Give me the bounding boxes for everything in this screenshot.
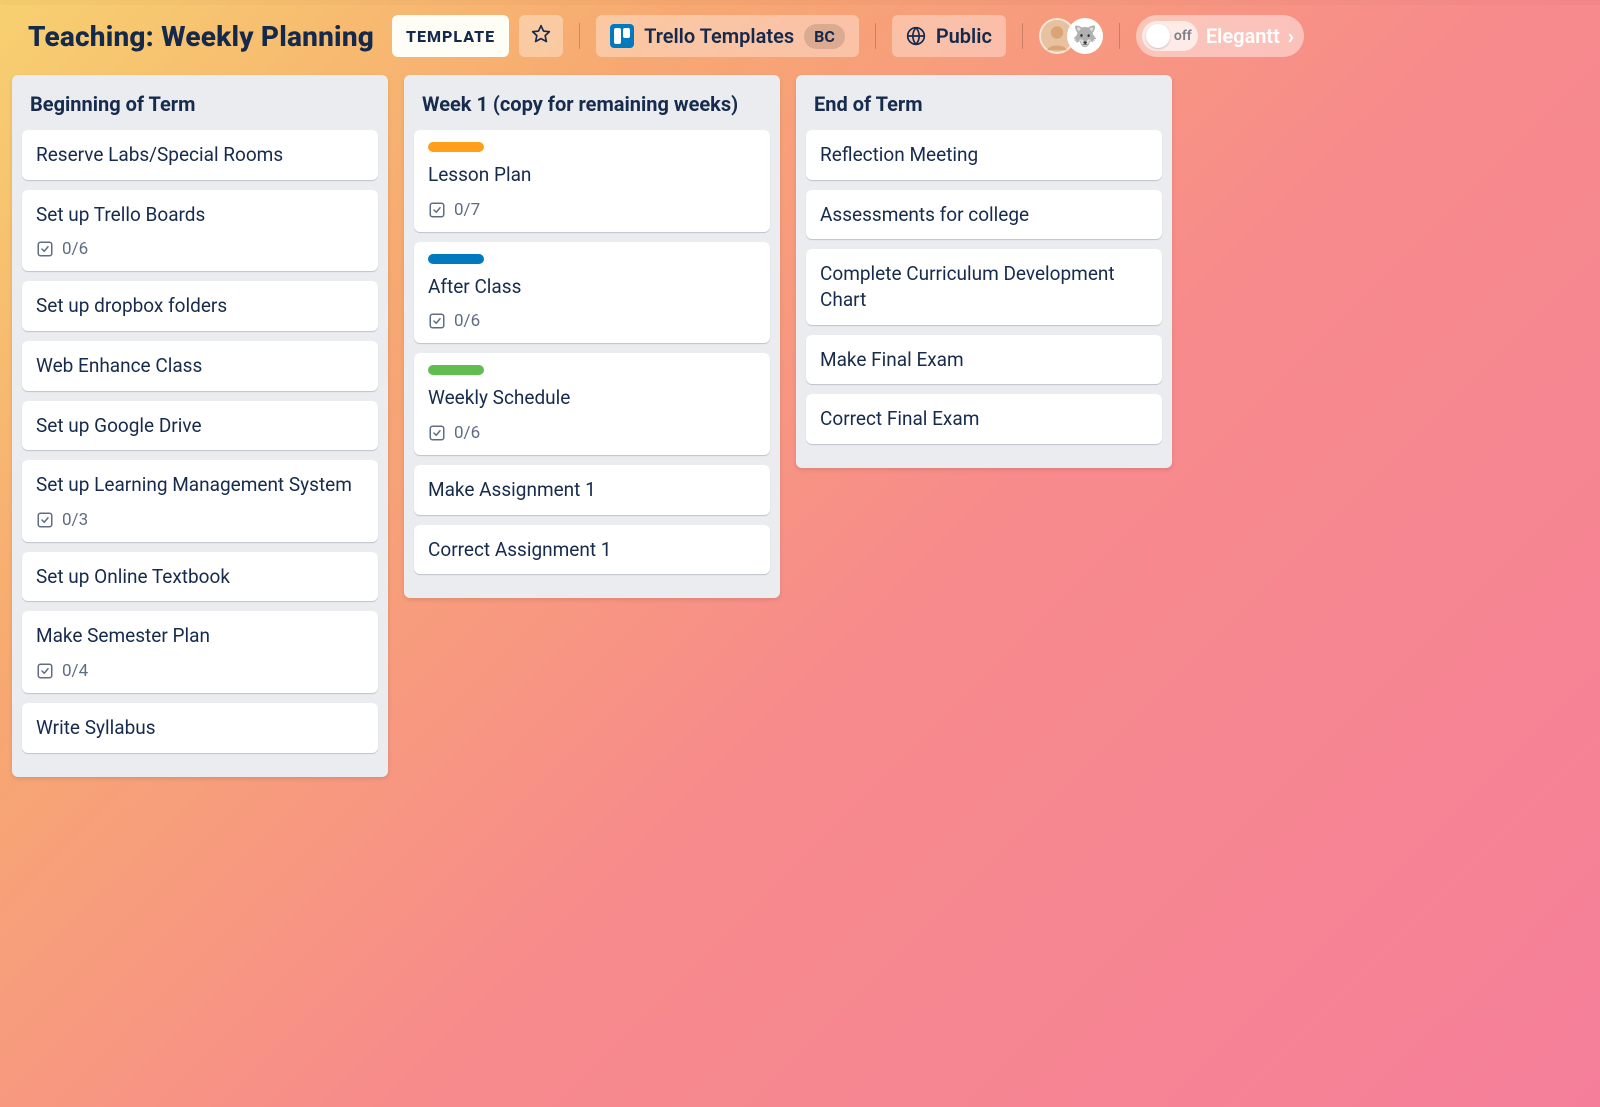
card[interactable]: Weekly Schedule 0/6: [414, 353, 770, 455]
card-label[interactable]: [428, 254, 484, 264]
checklist-count: 0/6: [62, 239, 88, 259]
header-divider: [1119, 23, 1120, 49]
card-title: Complete Curriculum Development Chart: [820, 261, 1148, 312]
list[interactable]: Beginning of Term Reserve Labs/Special Ro…: [12, 75, 388, 777]
card[interactable]: Set up Google Drive: [22, 401, 378, 451]
checklist-count: 0/6: [454, 311, 480, 331]
member-avatars[interactable]: 🐺: [1039, 18, 1103, 54]
card[interactable]: Write Syllabus: [22, 703, 378, 753]
card-title: Reserve Labs/Special Rooms: [36, 142, 364, 168]
checklist-count: 0/3: [62, 510, 88, 530]
card-title: After Class: [428, 274, 756, 300]
list-title[interactable]: Beginning of Term: [22, 87, 378, 130]
checklist-icon: [428, 312, 446, 330]
checklist-icon: [428, 424, 446, 442]
trello-logo-icon: [610, 24, 634, 48]
card-title: Make Semester Plan: [36, 623, 364, 649]
toggle-state-label: off: [1174, 28, 1192, 44]
card[interactable]: Reflection Meeting: [806, 130, 1162, 180]
checklist-icon: [428, 201, 446, 219]
powerup-toggle[interactable]: off Elegantt ››: [1136, 15, 1304, 57]
card[interactable]: Set up dropbox folders: [22, 281, 378, 331]
card[interactable]: Lesson Plan 0/7: [414, 130, 770, 232]
board-title[interactable]: Teaching: Weekly Planning: [28, 20, 374, 53]
card[interactable]: Correct Final Exam: [806, 394, 1162, 444]
card[interactable]: Web Enhance Class: [22, 341, 378, 391]
checklist-count: 0/6: [454, 423, 480, 443]
checklist-icon: [36, 240, 54, 258]
workspace-button[interactable]: Trello Templates BC: [596, 15, 859, 57]
toggle-switch[interactable]: off: [1142, 21, 1198, 51]
checklist-icon: [36, 662, 54, 680]
card-title: Make Final Exam: [820, 347, 1148, 373]
card-title: Write Syllabus: [36, 715, 364, 741]
card-title: Lesson Plan: [428, 162, 756, 188]
card-title: Set up Learning Management System: [36, 472, 364, 498]
board-canvas[interactable]: Beginning of Term Reserve Labs/Special Ro…: [0, 71, 1600, 777]
board-header: Teaching: Weekly Planning TEMPLATE Trell…: [0, 5, 1600, 71]
header-divider: [1022, 23, 1023, 49]
card-title: Set up Trello Boards: [36, 202, 364, 228]
checklist-icon: [36, 511, 54, 529]
card-title: Weekly Schedule: [428, 385, 756, 411]
card-label[interactable]: [428, 142, 484, 152]
checklist-badge: 0/7: [428, 200, 756, 220]
card[interactable]: Set up Trello Boards 0/6: [22, 190, 378, 272]
template-badge[interactable]: TEMPLATE: [392, 15, 509, 57]
card[interactable]: Assessments for college: [806, 190, 1162, 240]
list-title[interactable]: End of Term: [806, 87, 1162, 130]
card-title: Set up dropbox folders: [36, 293, 364, 319]
card-title: Correct Assignment 1: [428, 537, 756, 563]
list[interactable]: End of Term Reflection Meeting Assessments…: [796, 75, 1172, 468]
card[interactable]: Make Final Exam: [806, 335, 1162, 385]
visibility-label: Public: [936, 24, 992, 48]
checklist-count: 0/4: [62, 661, 88, 681]
visibility-button[interactable]: Public: [892, 15, 1006, 57]
powerup-label: Elegantt: [1206, 24, 1280, 48]
checklist-badge: 0/4: [36, 661, 364, 681]
globe-icon: [906, 26, 926, 46]
card[interactable]: Set up Online Textbook: [22, 552, 378, 602]
card-title: Web Enhance Class: [36, 353, 364, 379]
checklist-badge: 0/3: [36, 510, 364, 530]
checklist-badge: 0/6: [428, 423, 756, 443]
card[interactable]: Complete Curriculum Development Chart: [806, 249, 1162, 324]
star-icon: [531, 24, 551, 49]
checklist-badge: 0/6: [428, 311, 756, 331]
card-title: Assessments for college: [820, 202, 1148, 228]
card[interactable]: Set up Learning Management System 0/3: [22, 460, 378, 542]
workspace-label: Trello Templates: [644, 24, 794, 48]
card[interactable]: After Class 0/6: [414, 242, 770, 344]
card[interactable]: Correct Assignment 1: [414, 525, 770, 575]
star-button[interactable]: [519, 15, 563, 57]
card-title: Reflection Meeting: [820, 142, 1148, 168]
card-title: Correct Final Exam: [820, 406, 1148, 432]
checklist-count: 0/7: [454, 200, 480, 220]
card-title: Set up Online Textbook: [36, 564, 364, 590]
card[interactable]: Make Semester Plan 0/4: [22, 611, 378, 693]
card-label[interactable]: [428, 365, 484, 375]
toggle-knob: [1146, 24, 1170, 48]
card-title: Set up Google Drive: [36, 413, 364, 439]
card-title: Make Assignment 1: [428, 477, 756, 503]
list[interactable]: Week 1 (copy for remaining weeks)Lesson …: [404, 75, 780, 598]
list-title[interactable]: Week 1 (copy for remaining weeks): [414, 87, 770, 130]
checklist-badge: 0/6: [36, 239, 364, 259]
card[interactable]: Make Assignment 1: [414, 465, 770, 515]
header-divider: [875, 23, 876, 49]
workspace-badge: BC: [804, 24, 845, 49]
card[interactable]: Reserve Labs/Special Rooms: [22, 130, 378, 180]
header-divider: [579, 23, 580, 49]
avatar[interactable]: 🐺: [1067, 18, 1103, 54]
